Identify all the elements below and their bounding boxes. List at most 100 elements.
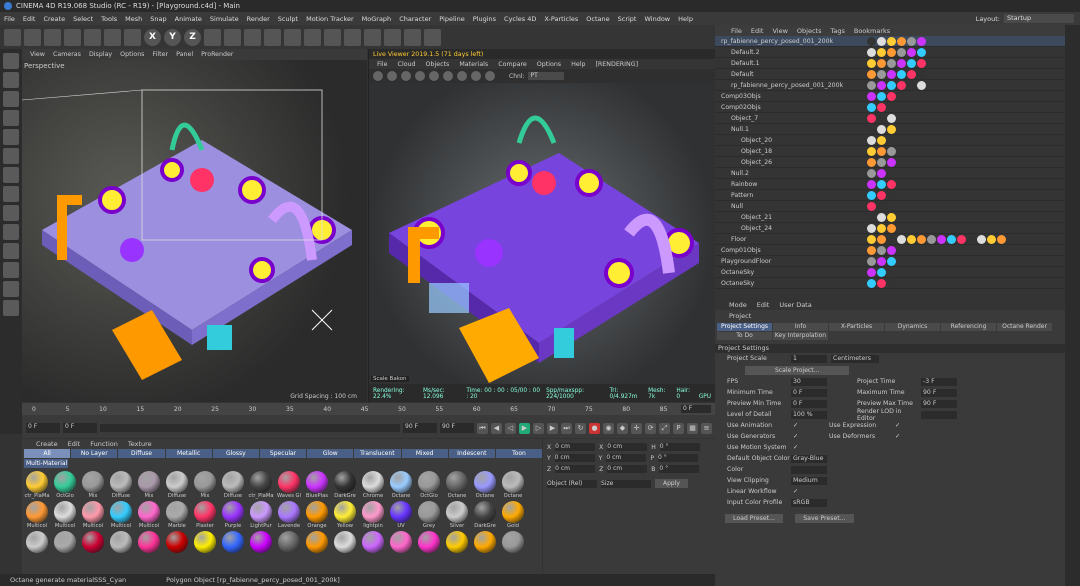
lock-mode-icon[interactable] (3, 205, 19, 221)
material-tag-icon[interactable] (967, 234, 976, 244)
axis-mode-icon[interactable] (3, 148, 19, 164)
chnl-select[interactable]: PT (528, 72, 565, 80)
object-row[interactable]: Comp02Objs (715, 102, 1065, 113)
material-tag-icon[interactable] (867, 102, 876, 112)
end-frame-field[interactable]: 90 F (440, 423, 474, 433)
layout-selector[interactable]: Layout: Startup (976, 14, 1074, 23)
material-tag-icon[interactable] (917, 36, 926, 46)
material-filter-tab[interactable]: Diffuse (118, 449, 165, 458)
material-tag-icon[interactable] (877, 124, 886, 134)
material-swatch[interactable] (24, 531, 50, 559)
menu-item[interactable]: Edit (23, 15, 36, 23)
prev-key-icon[interactable]: ◀ (491, 422, 502, 434)
material-swatch[interactable]: Chrome (360, 471, 386, 499)
material-tag-icon[interactable] (887, 157, 896, 167)
coord-mode-select[interactable]: Object (Rel) (547, 479, 597, 488)
material-tag-icon[interactable] (877, 168, 886, 178)
object-row[interactable]: Object_20 (715, 135, 1065, 146)
lock-icon[interactable] (429, 71, 439, 81)
live-viewer-menu-item[interactable]: Help (571, 61, 585, 68)
menu-item[interactable]: Help (678, 15, 693, 23)
material-tag-icon[interactable] (867, 47, 876, 57)
object-name[interactable]: Object_26 (741, 159, 851, 166)
coord-field[interactable]: 0 cm (606, 454, 647, 462)
object-name[interactable]: Null.1 (731, 126, 851, 133)
attribute-value[interactable]: ✓ (893, 433, 901, 441)
keyframe-icon[interactable]: ◆ (617, 422, 628, 434)
object-name[interactable]: Comp01Objs (721, 247, 851, 254)
material-tag-icon[interactable] (997, 234, 1006, 244)
material-tag-icon[interactable] (887, 124, 896, 134)
edges-mode-icon[interactable] (3, 110, 19, 126)
project-scale-unit[interactable]: Centimeters (831, 354, 879, 363)
material-tag-icon[interactable] (907, 36, 916, 46)
object-name[interactable]: Pattern (731, 192, 851, 199)
preview-max-field[interactable]: 90 F (403, 423, 437, 433)
material-swatch[interactable]: Purple (220, 501, 246, 529)
axis-y-button[interactable]: Y (164, 28, 181, 46)
apply-button[interactable]: Apply (655, 479, 688, 488)
material-swatch[interactable]: lightpin (360, 501, 386, 529)
material-filter-tab[interactable]: Toon (495, 449, 543, 458)
attribute-value[interactable]: sRGB (791, 498, 827, 507)
axis-x-button[interactable]: X (144, 28, 161, 46)
live-viewer[interactable]: Live Viewer 2019.1.5 (71 days left) File… (368, 49, 715, 402)
dope-icon[interactable]: ≡ (701, 422, 712, 434)
attribute-value[interactable]: 30 (791, 377, 827, 386)
record-icon[interactable]: ● (589, 422, 600, 434)
live-viewer-menu-item[interactable]: File (377, 61, 388, 68)
object-menu-item[interactable]: Bookmarks (854, 27, 890, 35)
material-swatch[interactable]: Mix (136, 471, 162, 499)
material-filter-tab[interactable]: Specular (259, 449, 307, 458)
material-swatch[interactable] (304, 531, 330, 559)
menu-item[interactable]: Render (247, 15, 270, 23)
material-tag-icon[interactable] (887, 47, 896, 57)
material-swatch[interactable]: OctGlo (52, 471, 78, 499)
material-tag-icon[interactable] (947, 234, 956, 244)
material-tag-icon[interactable] (887, 278, 896, 288)
material-swatch[interactable]: Diffuse (108, 471, 134, 499)
menu-item[interactable]: Motion Tracker (306, 15, 354, 23)
attribute-tab[interactable]: Referencing (941, 323, 996, 331)
material-swatch[interactable] (136, 531, 162, 559)
focus-icon[interactable] (485, 71, 495, 81)
material-swatch[interactable]: OctGlo (416, 471, 442, 499)
axis-z-button[interactable]: Z (184, 28, 201, 46)
play-icon[interactable]: ▶ (519, 422, 530, 434)
material-swatch[interactable]: Multicol (108, 501, 134, 529)
attribute-tab[interactable]: Dynamics (885, 323, 940, 331)
material-tag-icon[interactable] (897, 69, 906, 79)
live-viewer-menu-item[interactable]: [RENDERING] (595, 61, 638, 68)
material-tag-icon[interactable] (977, 234, 986, 244)
material-tag-icon[interactable] (907, 69, 916, 79)
material-swatch[interactable]: Diffuse (164, 471, 190, 499)
material-tag-icon[interactable] (887, 146, 896, 156)
object-name[interactable]: Rainbow (731, 181, 851, 188)
coord-field[interactable]: 0 cm (555, 465, 596, 473)
material-layer[interactable]: Multi-Material (24, 459, 68, 468)
object-row[interactable]: Rainbow (715, 179, 1065, 190)
material-swatch[interactable]: Yellow (332, 501, 358, 529)
rotate-icon[interactable] (104, 28, 121, 46)
material-tag-icon[interactable] (877, 69, 886, 79)
object-row[interactable]: Null.2 (715, 168, 1065, 179)
material-tag-icon[interactable] (867, 267, 876, 277)
material-tag-icon[interactable] (867, 80, 876, 90)
array-icon[interactable] (344, 28, 361, 46)
material-tag-icon[interactable] (877, 36, 886, 46)
material-swatch[interactable]: DarkGre (332, 471, 358, 499)
grid-icon[interactable]: ▦ (687, 422, 698, 434)
material-tag-icon[interactable] (897, 47, 906, 57)
settings-icon[interactable] (457, 71, 467, 81)
material-menu-item[interactable]: Create (36, 440, 58, 448)
render-picture-icon[interactable] (244, 28, 261, 46)
material-tag-icon[interactable] (907, 47, 916, 57)
material-swatch[interactable] (80, 531, 106, 559)
attribute-tab[interactable]: X-Particles (829, 323, 884, 331)
deformer-icon[interactable] (364, 28, 381, 46)
redo-icon[interactable] (24, 28, 41, 46)
material-tag-icon[interactable] (887, 245, 896, 255)
object-name[interactable]: Default (731, 71, 851, 78)
preview-range-slider[interactable] (100, 424, 400, 432)
material-tag-icon[interactable] (867, 245, 876, 255)
